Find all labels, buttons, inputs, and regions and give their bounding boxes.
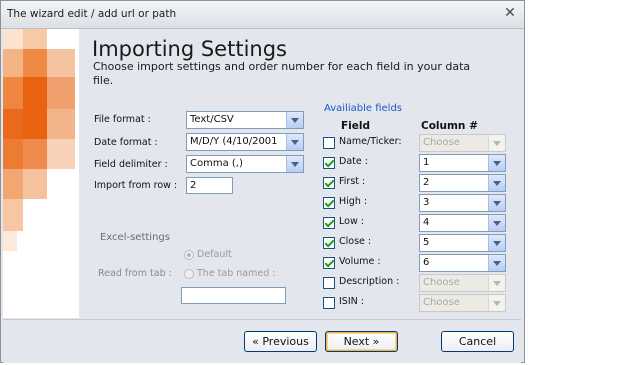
field-label: Close : — [339, 236, 372, 247]
field-label: Low : — [339, 216, 364, 227]
file-format-value: Text/CSV — [190, 114, 234, 125]
previous-button[interactable]: « Previous — [244, 331, 317, 352]
field-label: ISIN : — [339, 296, 364, 307]
column-value: 4 — [423, 217, 430, 228]
column-select[interactable]: Choose — [419, 134, 506, 152]
field-checkbox[interactable] — [323, 157, 335, 169]
available-fields-title: Availiable fields — [324, 103, 403, 114]
field-checkbox[interactable] — [323, 277, 335, 289]
next-button[interactable]: Next » — [325, 331, 398, 352]
column-value: 5 — [423, 237, 430, 248]
column-value: 1 — [423, 157, 430, 168]
column-select[interactable]: Choose — [419, 274, 506, 292]
date-format-label: Date format : — [94, 137, 158, 148]
chevron-down-icon[interactable] — [488, 155, 505, 171]
field-label: Name/Ticker: — [339, 136, 402, 147]
column-value: Choose — [423, 297, 460, 308]
date-format-value: M/D/Y (4/10/2001 — [190, 136, 278, 147]
field-checkbox[interactable] — [323, 257, 335, 269]
chevron-down-icon[interactable] — [286, 134, 303, 150]
field-checkbox[interactable] — [323, 217, 335, 229]
file-format-label: File format : — [94, 114, 151, 125]
field-label: Volume : — [339, 256, 381, 267]
chevron-down-icon[interactable] — [488, 235, 505, 251]
tab-named-radio[interactable] — [184, 269, 194, 279]
chevron-down-icon[interactable] — [488, 135, 505, 151]
column-select[interactable]: 4 — [419, 214, 506, 232]
title-bar: The wizard edit / add url or path ✕ — [1, 1, 524, 29]
default-tab-label: Default — [197, 249, 232, 260]
chevron-down-icon[interactable] — [488, 175, 505, 191]
tab-named-label: The tab named : — [197, 268, 276, 279]
file-format-select[interactable]: Text/CSV — [186, 111, 304, 129]
chevron-down-icon[interactable] — [286, 156, 303, 172]
import-from-row-label: Import from row : — [94, 180, 178, 191]
tab-name-input[interactable] — [181, 287, 286, 304]
field-label: Description : — [339, 276, 400, 287]
field-column-header: Field — [341, 120, 371, 132]
chevron-down-icon[interactable] — [488, 275, 505, 291]
column-value: Choose — [423, 137, 460, 148]
cancel-button[interactable]: Cancel — [441, 331, 514, 352]
field-label: First : — [339, 176, 366, 187]
chevron-down-icon[interactable] — [488, 255, 505, 271]
column-value: 6 — [423, 257, 430, 268]
field-checkbox[interactable] — [323, 137, 335, 149]
column-value: 2 — [423, 177, 430, 188]
field-checkbox[interactable] — [323, 297, 335, 309]
chevron-down-icon[interactable] — [488, 195, 505, 211]
field-checkbox[interactable] — [323, 197, 335, 209]
chevron-down-icon[interactable] — [488, 215, 505, 231]
field-label: Date : — [339, 156, 368, 167]
column-select[interactable]: 2 — [419, 174, 506, 192]
field-delimiter-value: Comma (,) — [190, 158, 243, 169]
column-select[interactable]: 1 — [419, 154, 506, 172]
column-number-header: Column # — [421, 120, 478, 132]
page-title: Importing Settings — [92, 37, 287, 61]
close-icon[interactable]: ✕ — [502, 5, 518, 21]
read-from-tab-label: Read from tab : — [98, 268, 172, 279]
column-value: 3 — [423, 197, 430, 208]
decorative-banner — [3, 29, 88, 318]
column-value: Choose — [423, 277, 460, 288]
excel-settings-title: Excel-settings — [100, 232, 170, 243]
field-checkbox[interactable] — [323, 237, 335, 249]
column-select[interactable]: Choose — [419, 294, 506, 312]
window-title: The wizard edit / add url or path — [7, 8, 177, 20]
field-checkbox[interactable] — [323, 177, 335, 189]
page-subtitle: Choose import settings and order number … — [93, 60, 471, 87]
column-select[interactable]: 5 — [419, 234, 506, 252]
import-from-row-input[interactable]: 2 — [186, 177, 233, 194]
field-label: High : — [339, 196, 368, 207]
chevron-down-icon[interactable] — [286, 112, 303, 128]
date-format-select[interactable]: M/D/Y (4/10/2001 — [186, 133, 304, 151]
default-tab-radio[interactable] — [184, 250, 194, 260]
column-select[interactable]: 6 — [419, 254, 506, 272]
column-select[interactable]: 3 — [419, 194, 506, 212]
field-delimiter-select[interactable]: Comma (,) — [186, 155, 304, 173]
chevron-down-icon[interactable] — [488, 295, 505, 311]
field-delimiter-label: Field delimiter : — [94, 159, 168, 170]
